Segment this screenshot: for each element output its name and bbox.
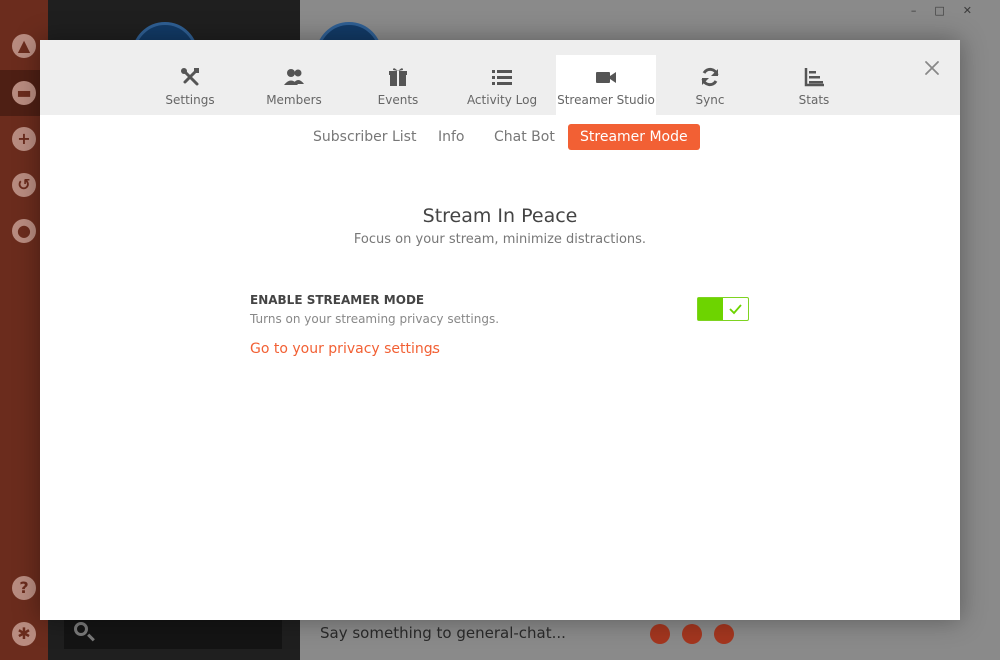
sub-tab-streamer-mode[interactable]: Streamer Mode xyxy=(568,124,700,150)
page-title: Stream In Peace xyxy=(422,205,578,227)
tab-label: Stats xyxy=(798,93,830,107)
sync-icon xyxy=(701,67,719,87)
add-server-icon[interactable]: + xyxy=(12,127,36,151)
check-icon xyxy=(729,304,742,315)
flame-logo-icon[interactable]: ▲ xyxy=(12,34,36,58)
tools-icon xyxy=(181,68,199,86)
window-controls[interactable]: –□✕ xyxy=(911,4,990,17)
tab-activity-log[interactable]: Activity Log xyxy=(452,55,552,115)
friends-icon[interactable]: ● xyxy=(12,219,36,243)
stats-icon xyxy=(804,68,824,87)
tab-sync[interactable]: Sync xyxy=(660,55,760,115)
members-icon xyxy=(284,69,304,85)
camera-icon[interactable] xyxy=(682,624,702,644)
toggle-fill xyxy=(698,298,723,320)
sub-tab-bar: Subscriber List Info Chat Bot Streamer M… xyxy=(40,124,960,150)
tab-label: Activity Log xyxy=(466,93,538,107)
server-settings-modal: Settings Members Events Activity Log Str… xyxy=(40,40,960,620)
search-box[interactable] xyxy=(64,617,282,649)
tab-members[interactable]: Members xyxy=(244,55,344,115)
gear-icon[interactable]: ✱ xyxy=(12,622,36,646)
search-icon xyxy=(74,622,88,636)
setting-label: ENABLE STREAMER MODE xyxy=(250,293,425,307)
tab-settings[interactable]: Settings xyxy=(140,55,240,115)
emoji-icon[interactable] xyxy=(650,624,670,644)
page-subtitle: Focus on your stream, minimize distracti… xyxy=(353,232,647,247)
privacy-settings-link[interactable]: Go to your privacy settings xyxy=(250,341,440,357)
sub-tab-chat-bot[interactable]: Chat Bot xyxy=(494,124,555,150)
attachment-icon[interactable] xyxy=(714,624,734,644)
setting-description: Turns on your streaming privacy settings… xyxy=(250,312,500,326)
privacy-link-period: . xyxy=(431,341,436,357)
tab-label: Streamer Studio xyxy=(557,93,655,107)
tab-streamer-studio[interactable]: Streamer Studio xyxy=(556,55,656,115)
list-icon xyxy=(492,70,512,85)
help-icon[interactable]: ? xyxy=(12,576,36,600)
tab-label: Sync xyxy=(695,93,725,107)
gift-icon xyxy=(389,68,407,86)
video-camera-icon xyxy=(596,72,616,83)
tab-bar: Settings Members Events Activity Log Str… xyxy=(40,40,960,115)
recent-icon[interactable]: ↺ xyxy=(12,173,36,197)
chat-input[interactable]: Say something to general-chat... xyxy=(320,624,566,642)
tab-label: Members xyxy=(266,93,322,107)
tab-label: Events xyxy=(377,93,419,107)
chat-icon[interactable]: ▬ xyxy=(12,81,36,105)
streamer-mode-toggle[interactable] xyxy=(697,297,749,321)
close-icon[interactable] xyxy=(921,57,943,79)
sub-tab-info[interactable]: Info xyxy=(438,124,465,150)
tab-label: Settings xyxy=(165,93,215,107)
sub-tab-subscriber-list[interactable]: Subscriber List xyxy=(313,124,416,150)
tab-events[interactable]: Events xyxy=(348,55,448,115)
tab-stats[interactable]: Stats xyxy=(764,55,864,115)
